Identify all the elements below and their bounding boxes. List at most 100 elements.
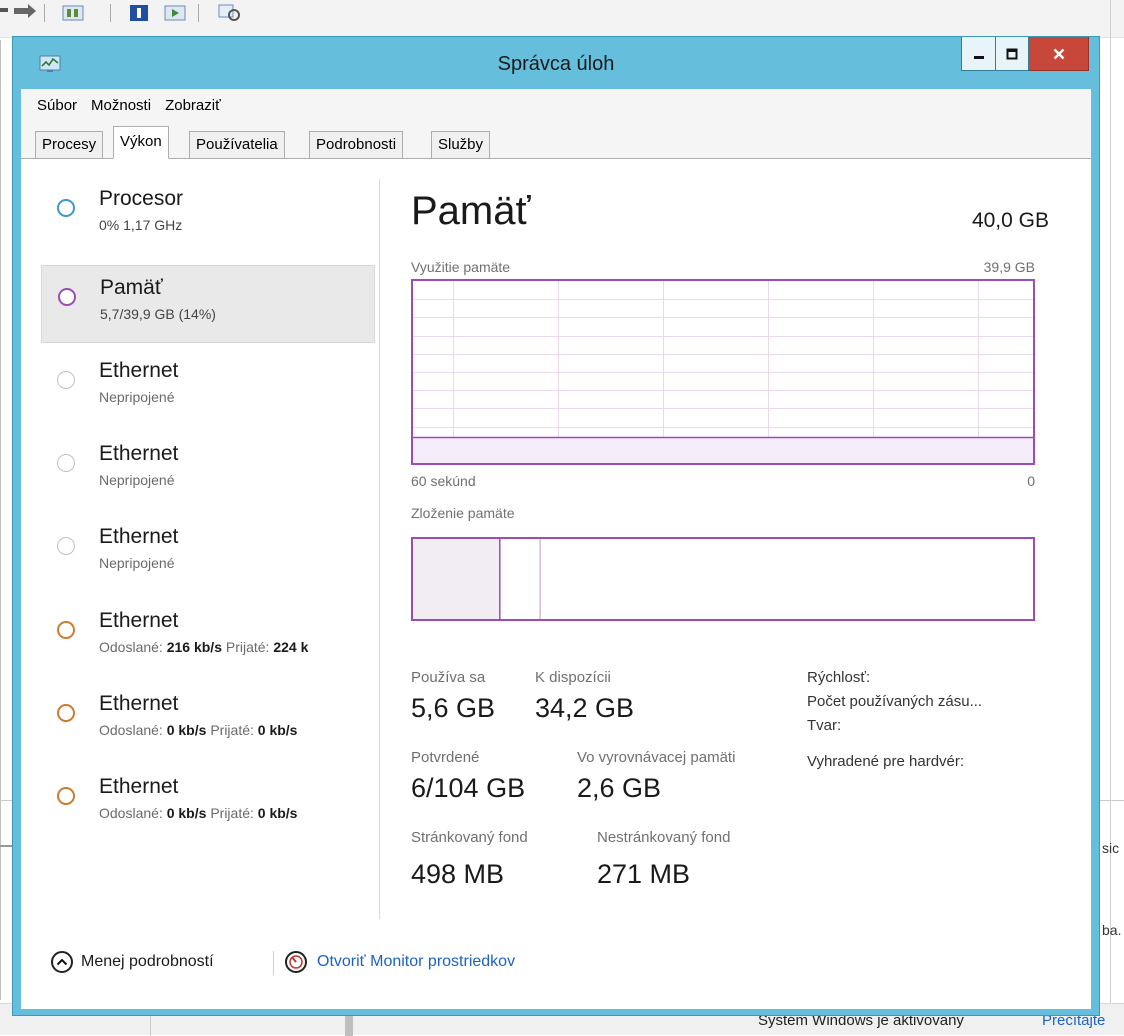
sent-value: 216 kb/s	[166, 639, 222, 655]
graph-time-end: 0	[1027, 473, 1035, 489]
resource-detail: Odoslané: 0 kb/s Prijaté: 0 kb/s	[99, 805, 375, 821]
tab-performance[interactable]: Výkon	[113, 126, 169, 159]
resource-ethernet[interactable]: Ethernet Nepripojené	[41, 432, 375, 510]
received-label: Prijaté:	[210, 805, 254, 821]
menu-bar: Súbor Možnosti Zobraziť	[21, 89, 1091, 121]
paged-pool-value: 498 MB	[411, 859, 505, 889]
menu-view[interactable]: Zobraziť	[165, 95, 221, 116]
hardware-reserved-label: Vyhradené pre hardvér:	[807, 753, 965, 770]
sent-value: 0 kb/s	[166, 722, 207, 738]
ethernet-indicator-icon	[57, 621, 75, 639]
resource-detail: Nepripojené	[99, 389, 175, 405]
background-text: sic	[1102, 840, 1120, 856]
close-icon	[1053, 48, 1064, 59]
usage-graph-fill	[413, 437, 1033, 463]
composition-in-use	[413, 539, 500, 619]
resource-ethernet[interactable]: Ethernet Odoslané: 0 kb/s Prijaté: 0 kb/…	[41, 682, 375, 760]
resource-detail: Nepripojené	[99, 472, 175, 488]
committed-value: 6/104 GB	[411, 773, 526, 803]
sent-label: Odoslané:	[99, 639, 163, 655]
fewer-details-button[interactable]: Menej podrobností	[51, 951, 214, 973]
toolbar-view-icon	[62, 5, 84, 21]
toolbar-info-icon	[130, 5, 148, 21]
caption-buttons	[961, 37, 1089, 71]
resource-ethernet[interactable]: Ethernet Odoslané: 216 kb/s Prijaté: 224…	[41, 599, 375, 677]
usage-graph-label: Využitie pamäte	[411, 259, 511, 275]
menu-file[interactable]: Súbor	[37, 95, 77, 116]
tab-strip: Procesy Výkon Používatelia Podrobnosti S…	[21, 121, 1091, 159]
background-rule	[1100, 800, 1124, 801]
resource-name: Ethernet	[99, 609, 179, 632]
window-client-area: Súbor Možnosti Zobraziť Procesy Výkon Po…	[21, 89, 1091, 1009]
menu-options[interactable]: Možnosti	[91, 95, 151, 116]
close-button[interactable]	[1029, 37, 1089, 71]
task-manager-window: Správca úloh Súbor Možnosti Zobraziť Pro…	[12, 36, 1100, 1016]
minimize-button[interactable]	[961, 37, 995, 71]
nonpaged-pool-value: 271 MB	[597, 859, 691, 889]
cached-label: Vo vyrovnávacej pamäti	[577, 749, 736, 766]
resource-detail: 0% 1,17 GHz	[99, 217, 183, 233]
tab-users[interactable]: Používatelia	[189, 131, 285, 159]
sent-label: Odoslané:	[99, 722, 163, 738]
maximize-icon	[1006, 48, 1018, 59]
received-value: 0 kb/s	[257, 722, 298, 738]
memory-usage-graph	[411, 279, 1035, 465]
form-factor-label: Tvar:	[807, 717, 842, 734]
resource-processor[interactable]: Procesor 0% 1,17 GHz	[41, 177, 375, 255]
back-arrow-icon	[0, 4, 36, 18]
resource-name: Ethernet	[99, 442, 179, 465]
tab-processes[interactable]: Procesy	[35, 131, 104, 159]
memory-detail-pane: Pamäť 40,0 GB Využitie pamäte 39,9 GB 60…	[411, 159, 1061, 939]
resource-detail: Odoslané: 0 kb/s Prijaté: 0 kb/s	[99, 722, 375, 738]
resource-detail: Nepripojené	[99, 555, 175, 571]
resource-name: Ethernet	[99, 775, 179, 798]
title-bar[interactable]: Správca úloh	[13, 37, 1099, 89]
resource-ethernet[interactable]: Ethernet Nepripojené	[41, 515, 375, 593]
resource-detail: 5,7/39,9 GB (14%)	[100, 306, 216, 322]
resource-ethernet[interactable]: Ethernet Odoslané: 0 kb/s Prijaté: 0 kb/…	[41, 765, 375, 843]
resource-name: Ethernet	[99, 692, 179, 715]
resource-name: Procesor	[99, 187, 184, 210]
sent-value: 0 kb/s	[166, 805, 207, 821]
committed-label: Potvrdené	[411, 749, 480, 766]
available-value: 34,2 GB	[535, 693, 635, 723]
resource-name: Ethernet	[99, 359, 179, 382]
resource-ethernet[interactable]: Ethernet Nepripojené	[41, 349, 375, 427]
open-resource-monitor-link[interactable]: Otvoriť Monitor prostriedkov	[285, 951, 515, 973]
resource-name: Pamäť	[100, 276, 163, 299]
fewer-details-label: Menej podrobností	[81, 953, 214, 970]
graph-time-span: 60 sekúnd	[411, 473, 476, 489]
resource-monitor-icon	[285, 951, 307, 973]
in-use-value: 5,6 GB	[411, 693, 496, 723]
open-resource-monitor-label: Otvoriť Monitor prostriedkov	[317, 953, 516, 970]
tab-services[interactable]: Služby	[431, 131, 491, 159]
paged-pool-label: Stránkovaný fond	[411, 829, 528, 846]
speed-label: Rýchlosť:	[807, 669, 871, 686]
toolbar-play-icon	[164, 5, 186, 21]
resource-memory[interactable]: Pamäť 5,7/39,9 GB (14%)	[41, 265, 375, 343]
maximize-button[interactable]	[995, 37, 1029, 71]
available-label: K dispozícii	[535, 669, 611, 686]
sent-label: Odoslané:	[99, 805, 163, 821]
memory-total: 40,0 GB	[971, 209, 1049, 232]
bottom-separator	[273, 951, 274, 975]
received-value: 0 kb/s	[257, 805, 298, 821]
processor-indicator-icon	[57, 199, 75, 217]
memory-composition-bar	[411, 537, 1035, 621]
tab-details[interactable]: Podrobnosti	[309, 131, 404, 159]
received-label: Prijaté:	[210, 722, 254, 738]
ethernet-indicator-icon	[57, 787, 75, 805]
usage-graph-max: 39,9 GB	[983, 259, 1035, 275]
memory-indicator-icon	[58, 288, 76, 306]
composition-svg	[413, 539, 541, 619]
ethernet-indicator-icon	[57, 537, 75, 555]
resource-detail: Odoslané: 216 kb/s Prijaté: 224 k	[99, 639, 375, 655]
usage-graph-svg	[413, 281, 1033, 463]
cached-value: 2,6 GB	[577, 773, 662, 803]
background-toolbar	[0, 0, 1124, 38]
usage-graph-grid	[413, 281, 1033, 463]
minimize-icon	[973, 55, 984, 59]
ethernet-indicator-icon	[57, 454, 75, 472]
slots-used-label: Počet používaných zásu...	[807, 693, 983, 710]
pane-divider[interactable]	[379, 179, 380, 919]
